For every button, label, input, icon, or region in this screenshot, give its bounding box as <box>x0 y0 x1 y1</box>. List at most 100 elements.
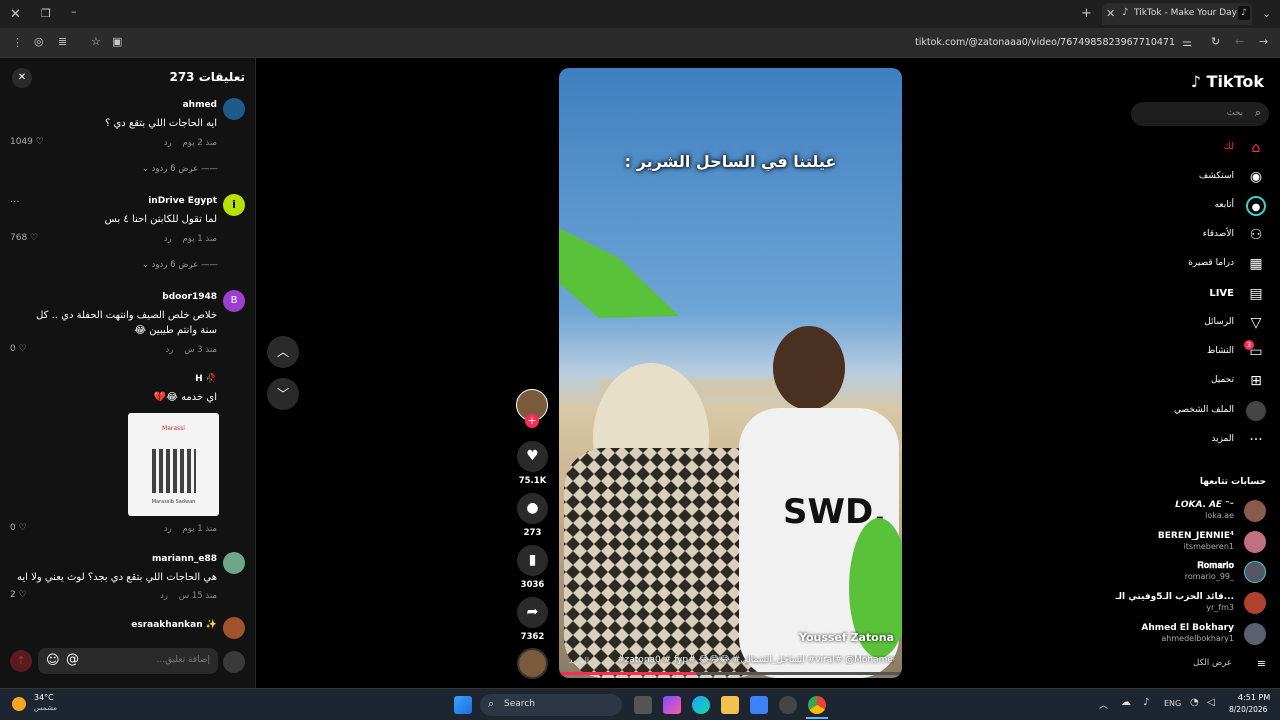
store-icon[interactable] <box>750 696 768 714</box>
comment-input[interactable]: ☺ @ إضافة تعليق... <box>38 648 218 674</box>
following-item[interactable]: 𝙇𝙊𝙆𝘼. 𝘼𝙀 ᵔᵕ loka.ae <box>1126 498 1266 526</box>
avatar[interactable] <box>223 98 245 120</box>
nav-live[interactable]: LIVE ▤ <box>1126 284 1266 306</box>
avatar[interactable]: i <box>223 194 245 216</box>
share-button[interactable]: ➦ <box>517 597 548 628</box>
avatar[interactable] <box>223 617 245 639</box>
nav-messages[interactable]: الرسائل ▽ <box>1126 313 1266 335</box>
weather-sun-icon[interactable] <box>12 697 26 711</box>
menu-dots-icon[interactable]: ⋮ <box>12 37 23 48</box>
follow-plus-icon[interactable]: + <box>525 414 539 428</box>
mic-icon[interactable]: ♪ <box>1143 697 1149 708</box>
forward-icon[interactable]: ← <box>1235 36 1244 47</box>
like-count[interactable]: 768 ♡ <box>10 233 38 243</box>
nav-friends[interactable]: الأصدقاء ⚇ <box>1126 225 1266 247</box>
tiktok-app-icon[interactable]: ♪ <box>1238 6 1250 20</box>
see-all-link[interactable]: عرض الكل <box>1193 658 1232 668</box>
view-replies[interactable]: —— عرض 6 ردود ⌄ <box>100 164 218 174</box>
task-view-icon[interactable] <box>634 696 652 714</box>
tray-overflow-icon[interactable]: ︿ <box>1099 698 1108 711</box>
clock-time[interactable]: 4:51 PM <box>1238 693 1270 702</box>
language-indicator[interactable]: ENG <box>1164 699 1181 708</box>
comment-author[interactable]: ahmed <box>183 100 217 110</box>
following-item[interactable]: BEREN_JENNIE⁴ itsmeberen1 <box>1126 529 1266 557</box>
comment-author[interactable]: mariann_e88 <box>152 554 217 564</box>
comment-author[interactable]: bdoor1948 <box>162 292 217 302</box>
comment-author[interactable]: inDrive Egypt <box>148 196 217 206</box>
volume-icon[interactable]: ◁ <box>1207 697 1215 708</box>
previous-video-button[interactable]: ︿ <box>267 336 299 368</box>
star-icon[interactable]: ☆ <box>91 36 101 47</box>
following-item[interactable]: قائد الحزب الـ5وفيتي الـ... yr_fm3 <box>1116 590 1266 618</box>
save-button[interactable]: ▮ <box>517 545 548 576</box>
chevron-down-icon[interactable]: ⌄ <box>1262 8 1271 19</box>
url-field[interactable]: tiktok.com/@zatonaaa0/video/767498582396… <box>870 37 1175 48</box>
progress-track[interactable] <box>559 672 902 675</box>
tune-icon[interactable]: ⚌ <box>1182 37 1192 48</box>
like-count[interactable]: 1049 ♡ <box>10 137 44 147</box>
reply-link[interactable]: رد <box>160 591 168 601</box>
file-explorer-icon[interactable] <box>721 696 739 714</box>
restore-icon[interactable]: ❐ <box>41 8 51 19</box>
comment-image[interactable]: Marassi Marassib Sadwan <box>128 413 219 516</box>
reply-link[interactable]: رد <box>164 234 172 244</box>
smile-icon[interactable]: ☺ <box>46 653 60 668</box>
nav-explore[interactable]: استكشف ◉ <box>1126 167 1266 189</box>
search-icon[interactable]: ⌕ <box>1255 106 1261 120</box>
like-button[interactable]: ♥ <box>517 441 548 472</box>
more-options-icon[interactable]: ... <box>10 194 20 205</box>
wifi-icon[interactable]: ◔ <box>1190 697 1199 708</box>
settings-icon[interactable] <box>779 696 797 714</box>
nav-more[interactable]: المزيد ··· <box>1126 430 1266 452</box>
close-icon[interactable]: ✕ <box>10 8 21 21</box>
like-count[interactable]: 0 ♡ <box>10 523 27 533</box>
active-tab[interactable]: ✕ ♪ TikTok - Make Your Day <box>1102 3 1252 25</box>
my-avatar[interactable] <box>223 651 245 673</box>
cloud-icon[interactable]: ☁ <box>1121 697 1131 708</box>
taskbar-search[interactable]: ⌕ Search <box>480 694 622 716</box>
avatar[interactable] <box>223 552 245 574</box>
nav-following[interactable]: أتابعه ● <box>1126 196 1266 218</box>
following-item[interactable]: 𝐑𝐨𝐦𝐚𝐫𝐢𝐨 romario_99_ <box>1126 559 1266 587</box>
mention-icon[interactable]: @ <box>66 652 79 667</box>
video-author[interactable]: Youssef Zatona <box>799 631 894 644</box>
tiktok-logo[interactable]: ♪ TikTok <box>1191 72 1264 91</box>
like-count[interactable]: 0 ♡ <box>10 344 27 354</box>
comment-author[interactable]: esraakhankan ✨ <box>131 620 217 630</box>
music-disc-icon[interactable] <box>517 648 548 679</box>
video-player[interactable]: SWD. عيلتنا في الساحل الشرير : Youssef Z… <box>559 68 902 678</box>
close-comments-button[interactable]: ✕ <box>12 68 32 88</box>
following-item[interactable]: Ahmed El Bokhary ahmedelbokhary1 <box>1126 621 1266 649</box>
search-input[interactable]: بحث ⌕ <box>1131 102 1269 126</box>
reply-link[interactable]: رد <box>166 345 174 355</box>
nav-for-you[interactable]: لك ⌂ <box>1126 138 1266 160</box>
clock-date[interactable]: 8/20/2026 <box>1229 705 1267 714</box>
avatar[interactable]: B <box>223 290 245 312</box>
list-icon[interactable]: ≡ <box>1257 657 1266 670</box>
back-icon[interactable]: → <box>1259 36 1268 47</box>
weather-temp[interactable]: 34°C <box>34 693 54 702</box>
nav-activity[interactable]: النشاط ▭ 3 <box>1126 340 1266 364</box>
minimize-icon[interactable]: – <box>71 6 77 17</box>
windows-start-icon[interactable] <box>454 696 472 714</box>
nav-upload[interactable]: تحميل ⊞ <box>1126 371 1266 393</box>
comment-button[interactable]: ● <box>517 493 548 524</box>
app-icon[interactable] <box>663 696 681 714</box>
reading-list-icon[interactable]: ≣ <box>58 36 67 47</box>
reply-link[interactable]: رد <box>164 138 172 148</box>
like-count[interactable]: 2 ♡ <box>10 590 27 600</box>
reply-link[interactable]: رد <box>164 524 172 534</box>
tab-close-icon[interactable]: ✕ <box>1106 8 1115 19</box>
post-comment-button[interactable]: ↑ <box>10 650 32 672</box>
nav-profile[interactable]: الملف الشخصي <box>1126 401 1266 423</box>
chrome-icon[interactable] <box>808 696 826 714</box>
nav-short-drama[interactable]: دراما قصيرة ▦ <box>1126 254 1266 276</box>
edge-icon[interactable] <box>692 696 710 714</box>
profile-icon[interactable]: ◎ <box>34 36 44 47</box>
extension-icon[interactable]: ▣ <box>112 36 122 47</box>
new-tab-icon[interactable]: + <box>1081 7 1092 20</box>
comment-author[interactable]: H 🥀 <box>195 374 217 384</box>
caption-more-link[interactable]: المزيد <box>569 656 589 665</box>
next-video-button[interactable]: ﹀ <box>267 378 299 410</box>
reload-icon[interactable]: ↻ <box>1211 36 1220 47</box>
